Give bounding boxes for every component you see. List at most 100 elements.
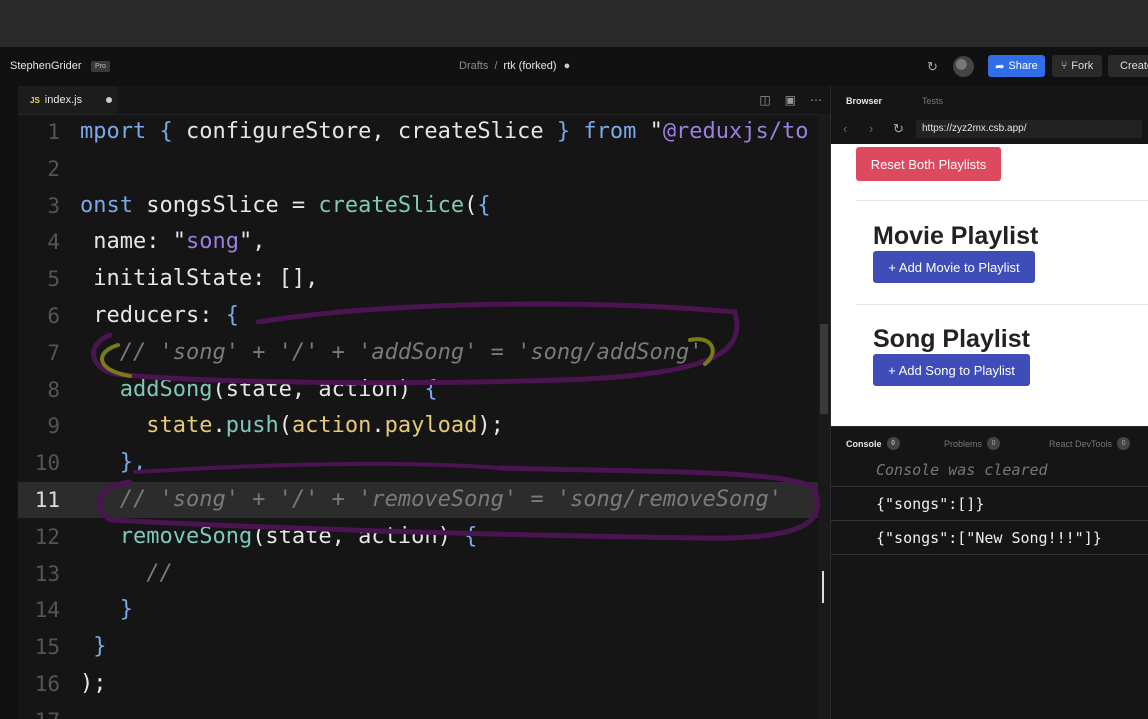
add-movie-button[interactable]: + Add Movie to Playlist: [873, 251, 1035, 283]
code-token: addSong: [80, 376, 213, 402]
forward-icon[interactable]: ›: [869, 121, 873, 136]
add-song-button[interactable]: + Add Song to Playlist: [873, 354, 1030, 386]
line-number: 1: [47, 120, 60, 144]
tab-tests[interactable]: Tests: [922, 96, 943, 106]
code-line[interactable]: 6 reducers: {: [18, 298, 830, 334]
problems-count-badge: 0: [987, 437, 1001, 450]
code-token: action: [291, 413, 372, 439]
editor-scrollbar[interactable]: [818, 114, 830, 719]
devtools-count-badge: 0: [1117, 437, 1131, 450]
code-token: ",: [238, 229, 266, 255]
code-line[interactable]: 17: [18, 703, 830, 719]
globe-icon: ●: [563, 60, 571, 72]
code-line[interactable]: 1 mport { configureStore, createSlice } f…: [18, 114, 830, 150]
code-token: }: [80, 597, 133, 623]
code-line[interactable]: 5 initialState: [],: [18, 261, 830, 297]
refresh-icon[interactable]: ↻: [927, 59, 938, 75]
code-token: {: [225, 303, 239, 328]
tab-index-js[interactable]: JS index.js: [18, 86, 118, 114]
code-token: song: [185, 229, 239, 255]
code-text: onst songsSlice = createSlice({: [80, 188, 491, 224]
code-line[interactable]: 13 //: [18, 556, 830, 592]
code-line[interactable]: 12 removeSong(state, action) {: [18, 519, 830, 555]
code-text: },: [80, 445, 147, 481]
tab-browser[interactable]: Browser: [846, 96, 882, 106]
line-number: 11: [34, 488, 60, 512]
line-number: 14: [34, 598, 60, 623]
code-token: // 'song' + '/' + 'addSong' = 'song/addS…: [80, 339, 703, 365]
code-token: reducers:: [80, 303, 226, 328]
browser-preview: Reset Both Playlists Movie Playlist + Ad…: [831, 144, 1148, 426]
code-text: state.push(action.payload);: [80, 408, 517, 444]
more-icon[interactable]: ⋯: [810, 93, 822, 107]
line-number: 2: [47, 156, 60, 181]
code-token: (state, action): [252, 523, 465, 549]
editor-tab-bar: JS index.js ◫ ▣ ⋯: [18, 86, 830, 115]
fork-button[interactable]: ⑂ Fork: [1052, 55, 1102, 77]
code-text: // 'song' + '/' + 'addSong' = 'song/addS…: [80, 335, 703, 371]
split-view-icon[interactable]: ◫: [759, 93, 770, 107]
code-text: reducers: {: [80, 298, 239, 334]
tab-react-devtools[interactable]: React DevTools 0: [1049, 437, 1131, 450]
code-token: (: [464, 192, 478, 218]
code-editor[interactable]: JS index.js ◫ ▣ ⋯ 1 mport { configureStor…: [18, 86, 830, 719]
code-token: {: [464, 523, 478, 549]
tab-label: index.js: [44, 94, 83, 106]
console-tabs: Console 0 Problems 0 React DevTools 0: [831, 426, 1148, 455]
code-token: } from: [556, 119, 650, 144]
project-name[interactable]: rtk (forked): [503, 60, 556, 72]
code-token: state: [80, 413, 213, 439]
code-text: initialState: [],: [80, 261, 318, 297]
reset-playlists-button[interactable]: Reset Both Playlists: [856, 147, 1001, 181]
code-token: mport {: [80, 119, 186, 144]
line-number: 12: [34, 524, 60, 549]
preview-panel: Browser Tests ‹ › ↻ https://zyz2mx.csb.a…: [830, 86, 1148, 719]
code-text: // 'song' + '/' + 'removeSong' = 'song/r…: [80, 482, 782, 518]
code-token: {: [424, 376, 438, 402]
tab-console[interactable]: Console 0: [846, 437, 900, 450]
code-token: name: ": [80, 229, 186, 255]
avatar[interactable]: [953, 56, 974, 77]
url-input[interactable]: https://zyz2mx.csb.app/: [916, 120, 1142, 138]
code-line[interactable]: 10 },: [18, 445, 830, 481]
line-number: 7: [47, 340, 60, 365]
panel-tabs: Browser Tests: [831, 86, 1148, 114]
console-line: Console was cleared: [831, 454, 1148, 487]
code-text: name: "song",: [80, 224, 265, 260]
username[interactable]: StephenGrider: [10, 60, 82, 72]
code-line[interactable]: 4 name: "song",: [18, 224, 830, 260]
line-number: 4: [47, 230, 60, 255]
code-token: configureStore, createSlice: [185, 119, 557, 144]
code-line[interactable]: 15 }: [18, 629, 830, 665]
code-line[interactable]: 8 addSong(state, action) {: [18, 372, 830, 408]
code-token: {: [477, 192, 491, 218]
breadcrumb-separator: /: [494, 60, 498, 72]
code-token: payload: [384, 413, 478, 439]
code-line[interactable]: 11 // 'song' + '/' + 'removeSong' = 'son…: [18, 482, 830, 518]
preview-icon[interactable]: ▣: [785, 93, 796, 107]
code-line[interactable]: 16);: [18, 666, 830, 702]
code-token: onst: [80, 192, 147, 218]
code-text: );: [80, 666, 120, 702]
code-line[interactable]: 9 state.push(action.payload);: [18, 408, 830, 444]
share-button[interactable]: ➦ Share: [988, 55, 1045, 77]
code-token: // 'song' + '/' + 'removeSong' = 'song/r…: [80, 487, 782, 512]
code-text: }: [80, 629, 106, 665]
code-line[interactable]: 3 onst songsSlice = createSlice({: [18, 188, 830, 224]
code-line[interactable]: 2: [18, 151, 830, 187]
breadcrumb-drafts[interactable]: Drafts: [459, 60, 488, 72]
back-icon[interactable]: ‹: [843, 121, 847, 136]
code-area[interactable]: 1 mport { configureStore, createSlice } f…: [18, 114, 830, 719]
tab-problems[interactable]: Problems 0: [944, 437, 1001, 450]
reload-icon[interactable]: ↻: [893, 121, 904, 137]
code-token: @reduxjs/to: [662, 119, 809, 144]
scroll-thumb[interactable]: [820, 324, 828, 414]
unsaved-dot-icon[interactable]: [106, 97, 112, 103]
line-number: 17: [18, 703, 60, 719]
code-line[interactable]: 14 }: [18, 592, 830, 628]
console-line: {"songs":["New Song!!!"]}: [831, 522, 1148, 555]
create-button[interactable]: Create: [1108, 55, 1148, 77]
code-token: createSlice: [318, 192, 465, 218]
code-line[interactable]: 7 // 'song' + '/' + 'addSong' = 'song/ad…: [18, 335, 830, 371]
code-token: .: [212, 413, 226, 439]
